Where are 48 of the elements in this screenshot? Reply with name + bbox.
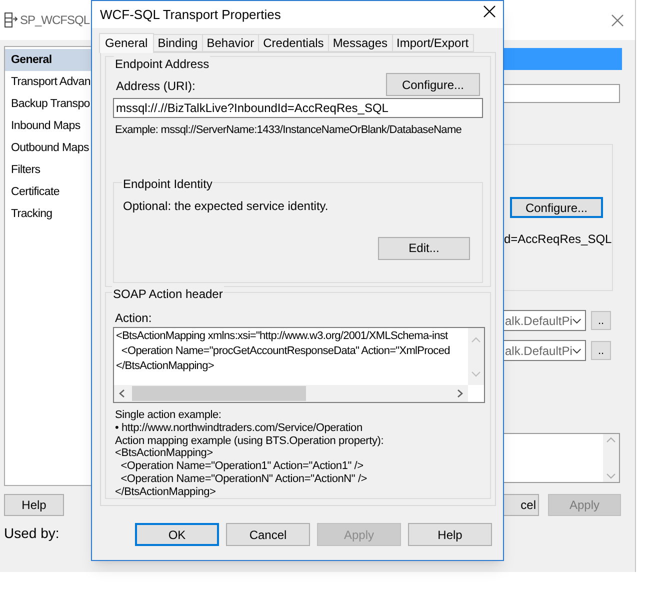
tab[interactable]: Behavior	[202, 34, 260, 52]
window-icon	[3, 12, 19, 28]
vertical-scrollbar[interactable]	[468, 328, 484, 385]
horizontal-scrollbar[interactable]	[114, 385, 468, 402]
dialog-title: WCF-SQL Transport Properties	[100, 6, 281, 24]
code-line: <BtsActionMapping xmlns:xsi="http://www.w3.org/2001/XMLSchema-inst	[116, 329, 448, 344]
browse-button[interactable]: ..	[591, 341, 611, 360]
edit-button[interactable]: Edit...	[378, 236, 470, 260]
code-line: </BtsActionMapping>	[116, 359, 214, 374]
action-text-area[interactable]: <BtsActionMapping xmlns:xsi="http://www.w3.org/2001/XMLSchema-inst <Operation Name="procGetAccountResponseData" Action="XmlProced </BtsActionMapping>	[113, 327, 485, 403]
help-text-line: • http://www.northwindtraders.com/Service/Operation	[115, 422, 362, 435]
tab[interactable]: General	[99, 33, 154, 53]
tab[interactable]: Binding	[154, 34, 203, 52]
browse-button[interactable]: ..	[591, 311, 611, 330]
example-text: Example: mssql://ServerName:1433/InstanceNameOrBlank/DatabaseName	[115, 123, 462, 138]
vertical-scrollbar[interactable]	[603, 434, 619, 482]
address-label: Address (URI):	[116, 78, 196, 95]
help-text-line: <Operation Name="OperationN" Action="ActionN" />	[120, 472, 368, 486]
tab[interactable]: Messages	[328, 34, 393, 52]
help-text-line: </BtsActionMapping>	[115, 486, 216, 499]
window-title: SP_WCFSQL	[20, 12, 90, 29]
used-by-label: Used by:	[4, 524, 60, 543]
help-text-line: Action mapping example (using BTS.Operation property):	[115, 434, 384, 448]
help-text-line: Single action example:	[115, 409, 222, 422]
dialog-button[interactable]: Cancel	[226, 523, 310, 546]
configure-button[interactable]: Configure...	[510, 197, 603, 218]
pipeline-dropdown[interactable]: alk.DefaultPi	[502, 340, 586, 361]
text-field[interactable]	[503, 84, 620, 103]
help-text-line: <BtsActionMapping>	[115, 447, 213, 460]
chevron-down-icon	[572, 348, 582, 354]
action-label: Action:	[115, 310, 153, 327]
dialog-button[interactable]: Help	[408, 523, 492, 546]
pipeline-dropdown[interactable]: alk.DefaultPi	[502, 310, 586, 331]
chevron-down-icon	[572, 318, 582, 324]
dialog-button[interactable]: cel	[502, 494, 539, 516]
identity-description: Optional: the expected service identity.	[123, 198, 330, 214]
text-area[interactable]	[503, 433, 620, 483]
close-icon[interactable]	[483, 5, 496, 18]
dialog-button[interactable]: OK	[135, 523, 219, 546]
code-line: <Operation Name="procGetAccountResponseData" Action="XmlProced	[120, 344, 450, 359]
help-text-line: <Operation Name="Operation1" Action="Action1" />	[120, 460, 364, 473]
dialog-button[interactable]: Help	[4, 494, 64, 516]
tab[interactable]: Import/Export	[392, 34, 474, 52]
configure-button[interactable]: Configure...	[386, 73, 480, 96]
group-title: Endpoint Address	[114, 55, 210, 73]
tab[interactable]: Credentials	[259, 34, 329, 52]
uri-text: d=AccReqRes_SQL	[504, 231, 612, 248]
address-field[interactable]: mssql://.//BizTalkLive?InboundId=AccReqRes_SQL	[113, 98, 483, 118]
